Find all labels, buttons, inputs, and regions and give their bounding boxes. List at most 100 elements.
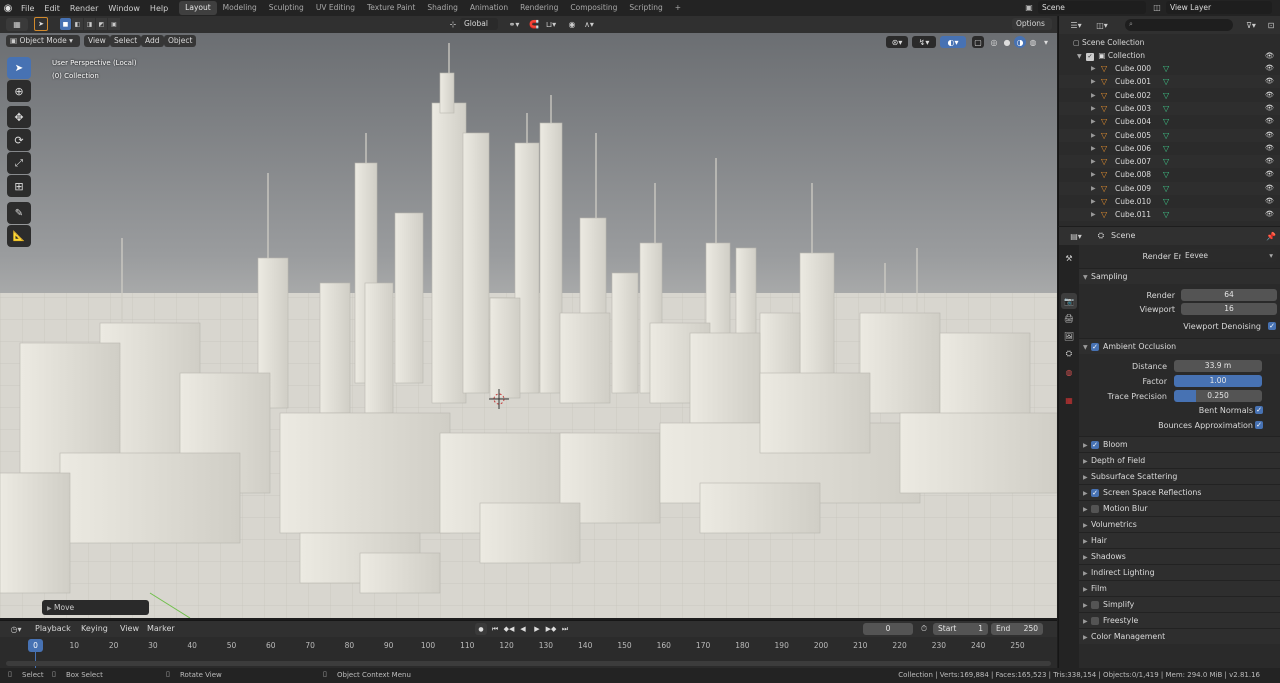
3d-viewport[interactable]: ▣ Object Mode ▾ View Select Add Object ⊛… bbox=[0, 33, 1057, 618]
tab-uv-editing[interactable]: UV Editing bbox=[310, 1, 361, 15]
trace-precision-slider[interactable]: 0.250 bbox=[1174, 390, 1262, 402]
tool-rotate[interactable]: ⟳ bbox=[7, 129, 31, 151]
proportional-falloff-icon[interactable]: ∧▾ bbox=[580, 18, 598, 30]
expand-arrow-icon[interactable]: ▶ bbox=[1091, 195, 1096, 208]
tab-texture-paint[interactable]: Texture Paint bbox=[361, 1, 421, 15]
section-volumetrics[interactable]: ▶ Volumetrics bbox=[1079, 516, 1280, 532]
tab-view-layer-icon[interactable]: 🖼 bbox=[1062, 329, 1076, 343]
gizmo-icon[interactable]: ↯▾ bbox=[912, 36, 936, 48]
material-shading-icon[interactable]: ◑ bbox=[1014, 36, 1026, 48]
add-workspace-button[interactable]: + bbox=[669, 1, 687, 15]
section-shadows[interactable]: ▶ Shadows bbox=[1079, 548, 1280, 564]
view-layer-selector[interactable]: View Layer bbox=[1166, 1, 1272, 14]
tool-transform[interactable]: ⊞ bbox=[7, 175, 31, 197]
expand-arrow-icon[interactable]: ▶ bbox=[1091, 75, 1096, 88]
expand-arrow-icon[interactable]: ▶ bbox=[1091, 168, 1096, 181]
tab-rendering[interactable]: Rendering bbox=[514, 1, 564, 15]
transform-orientation-dropdown[interactable]: Global ▾ bbox=[460, 18, 498, 40]
render-engine-dropdown[interactable]: Eevee ▾ bbox=[1181, 249, 1277, 262]
expand-arrow-icon[interactable]: ▶ bbox=[1091, 155, 1096, 168]
snap-target-icon[interactable]: ⊔▾ bbox=[542, 18, 560, 30]
eye-icon[interactable]: 👁 bbox=[1265, 208, 1274, 221]
tab-compositing[interactable]: Compositing bbox=[564, 1, 623, 15]
section-checkbox[interactable] bbox=[1091, 617, 1099, 625]
viewport-denoising-checkbox[interactable]: ✓ bbox=[1268, 322, 1276, 330]
properties-editor-icon[interactable]: ▤▾ bbox=[1065, 230, 1087, 242]
section-ambient-occlusion[interactable]: ▼ ✓ Ambient Occlusion bbox=[1079, 338, 1280, 354]
expand-arrow-icon[interactable]: ▶ bbox=[1091, 129, 1096, 142]
solid-shading-icon[interactable]: ● bbox=[1001, 36, 1013, 48]
eye-icon[interactable]: 👁 bbox=[1265, 62, 1274, 75]
mesh-data-icon[interactable]: ▽ bbox=[1163, 195, 1169, 208]
section-freestyle[interactable]: ▶ Freestyle bbox=[1079, 612, 1280, 628]
tool-cursor[interactable]: ⊕ bbox=[7, 80, 31, 102]
filter-icon[interactable]: ⊽▾ bbox=[1241, 19, 1261, 31]
tab-texture-icon[interactable]: ▦ bbox=[1062, 393, 1076, 407]
eye-icon[interactable]: 👁 bbox=[1265, 129, 1274, 142]
viewport-samples-field[interactable]: 16 bbox=[1181, 303, 1277, 315]
eye-icon[interactable]: 👁 bbox=[1265, 115, 1274, 128]
section-checkbox[interactable] bbox=[1091, 601, 1099, 609]
ambient-occlusion-checkbox[interactable]: ✓ bbox=[1091, 343, 1099, 351]
new-collection-icon[interactable]: ⊡ bbox=[1265, 19, 1277, 31]
select-mode-intersect-icon[interactable]: ▣ bbox=[108, 18, 120, 30]
expand-arrow-icon[interactable]: ▶ bbox=[1091, 102, 1096, 115]
tool-select-box[interactable]: ➤ bbox=[7, 57, 31, 79]
mesh-data-icon[interactable]: ▽ bbox=[1163, 102, 1169, 115]
editor-type-icon[interactable]: ▦ bbox=[6, 18, 28, 31]
options-button[interactable]: Options ▾ bbox=[1012, 18, 1052, 40]
eye-icon[interactable]: 👁 bbox=[1265, 89, 1274, 102]
mesh-data-icon[interactable]: ▽ bbox=[1163, 155, 1169, 168]
menu-marker[interactable]: Marker bbox=[147, 624, 175, 633]
tab-animation[interactable]: Animation bbox=[464, 1, 514, 15]
section-simplify[interactable]: ▶ Simplify bbox=[1079, 596, 1280, 612]
tool-annotate[interactable]: ✎ bbox=[7, 202, 31, 224]
outliner-item[interactable]: ▶ ▽ Cube.009 ▽ 👁 bbox=[1059, 181, 1280, 195]
section-checkbox[interactable] bbox=[1091, 505, 1099, 513]
bent-normals-checkbox[interactable]: ✓ bbox=[1255, 406, 1263, 414]
tool-measure[interactable]: 📐 bbox=[7, 225, 31, 247]
expand-arrow-icon[interactable]: ▶ bbox=[1091, 115, 1096, 128]
eye-icon[interactable]: 👁 bbox=[1265, 168, 1274, 181]
section-film[interactable]: ▶ Film bbox=[1079, 580, 1280, 596]
mesh-data-icon[interactable]: ▽ bbox=[1163, 62, 1169, 75]
wireframe-shading-icon[interactable]: ◎ bbox=[988, 36, 1000, 48]
tab-sculpting[interactable]: Sculpting bbox=[263, 1, 310, 15]
menu-object[interactable]: Object bbox=[164, 35, 197, 47]
eye-icon[interactable]: 👁 bbox=[1265, 155, 1274, 168]
tab-tool-icon[interactable]: ⚒ bbox=[1062, 251, 1076, 265]
outliner-item[interactable]: ▶ ▽ Cube.004 ▽ 👁 bbox=[1059, 115, 1280, 129]
tool-scale[interactable]: ⤢ bbox=[7, 152, 31, 174]
section-depth-of-field[interactable]: ▶ Depth of Field bbox=[1079, 452, 1280, 468]
current-frame-field[interactable]: 0 bbox=[863, 623, 913, 635]
menu-select[interactable]: Select bbox=[110, 35, 142, 47]
frame-ruler[interactable]: 0 10 20 30 40 50 60 70 80 90 100 110 120 130 140 150 160… bbox=[0, 637, 1057, 653]
select-tool-icon[interactable]: ➤ bbox=[34, 17, 48, 31]
prev-keyframe-icon[interactable]: ◆◀ bbox=[503, 623, 515, 635]
scene-selector[interactable]: Scene bbox=[1038, 1, 1146, 14]
outliner-item[interactable]: ▶ ▽ Cube.000 ▽ 👁 bbox=[1059, 62, 1280, 75]
mesh-data-icon[interactable]: ▽ bbox=[1163, 208, 1169, 221]
end-frame-field[interactable]: End 250 bbox=[991, 623, 1043, 635]
outliner-row-collection[interactable]: ▼ ✓ ▣ Collection 👁 bbox=[1059, 49, 1280, 62]
collapse-arrow-icon[interactable]: ▼ bbox=[1077, 53, 1082, 60]
eye-icon[interactable]: 👁 bbox=[1265, 75, 1274, 88]
eye-icon[interactable]: 👁 bbox=[1265, 142, 1274, 155]
outliner-item[interactable]: ▶ ▽ Cube.011 ▽ 👁 bbox=[1059, 208, 1280, 222]
menu-edit[interactable]: Edit bbox=[39, 4, 65, 13]
menu-render[interactable]: Render bbox=[65, 4, 103, 13]
mesh-data-icon[interactable]: ▽ bbox=[1163, 129, 1169, 142]
proportional-edit-icon[interactable]: ◉ bbox=[566, 18, 578, 30]
snap-icon[interactable]: 🧲 bbox=[528, 18, 540, 30]
menu-timeline-view[interactable]: View bbox=[120, 624, 139, 633]
start-frame-field[interactable]: Start 1 bbox=[933, 623, 988, 635]
mesh-data-icon[interactable]: ▽ bbox=[1163, 75, 1169, 88]
outliner-editor-icon[interactable]: ☰▾ bbox=[1065, 19, 1087, 31]
tab-world-icon[interactable]: ◍ bbox=[1062, 365, 1076, 379]
menu-keying[interactable]: Keying bbox=[81, 624, 108, 633]
play-icon[interactable]: ▶ bbox=[531, 623, 543, 635]
tab-output-icon[interactable]: 🖨 bbox=[1062, 311, 1076, 325]
next-keyframe-icon[interactable]: ▶◆ bbox=[545, 623, 557, 635]
menu-window[interactable]: Window bbox=[103, 4, 145, 13]
eye-icon[interactable]: 👁 bbox=[1265, 182, 1274, 195]
